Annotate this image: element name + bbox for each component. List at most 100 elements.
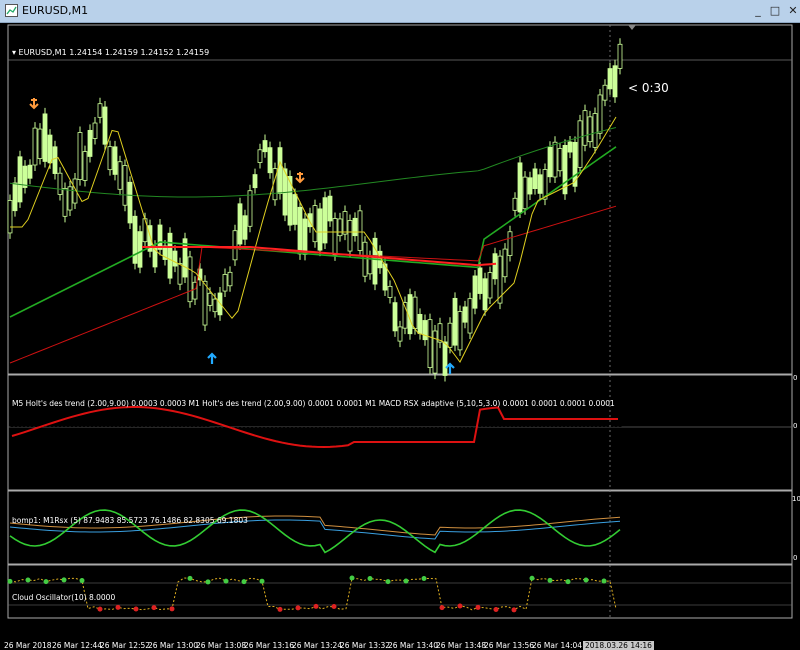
cloud-dot <box>458 604 463 609</box>
candle-body <box>98 104 102 118</box>
cloud-dot <box>224 579 229 584</box>
rsx-axis-top: 10 <box>792 495 800 503</box>
candle-body <box>103 107 107 144</box>
candle-body <box>48 135 52 163</box>
candle-body <box>613 66 617 97</box>
candle-body <box>568 142 572 152</box>
macd-bar <box>467 427 470 465</box>
chart-header: ▾ EURUSD,M1 1.24154 1.24159 1.24152 1.24… <box>12 48 209 57</box>
candle-body <box>333 219 337 255</box>
time-axis-label: 26 Mar 14:04 <box>532 641 582 650</box>
candle-body <box>463 307 467 322</box>
time-axis-label: 26 Mar 13:56 <box>484 641 534 650</box>
macd-bar <box>375 427 378 438</box>
macd-bar <box>219 427 222 433</box>
cloud-dot <box>332 604 337 609</box>
candle-body <box>128 182 132 223</box>
cloud-dot <box>404 579 409 584</box>
chart-window-icon <box>5 4 18 17</box>
chart-shift-icon[interactable] <box>628 25 636 30</box>
macd-bar <box>123 406 126 427</box>
chart-area[interactable]: ▾ EURUSD,M1 1.24154 1.24159 1.24152 1.24… <box>0 22 800 631</box>
candle-body <box>78 133 82 180</box>
candle-body <box>598 95 602 133</box>
macd-bar <box>539 391 542 427</box>
candle-body <box>593 114 597 148</box>
macd-bar <box>223 427 226 436</box>
macd-bar <box>19 416 22 427</box>
candle-body <box>343 212 347 235</box>
candle-body <box>203 281 207 325</box>
candle-body <box>8 200 12 232</box>
macd-bar <box>399 427 402 441</box>
macd-bar <box>619 401 622 427</box>
candle-body <box>293 195 297 225</box>
candle-body <box>88 130 92 156</box>
sell-arrow-icon <box>296 172 304 182</box>
macd-axis-zero: 0 <box>793 422 797 430</box>
candle-body <box>158 225 162 249</box>
macd-bar <box>359 427 362 442</box>
cloud-dot <box>386 579 391 584</box>
macd-bar <box>195 418 198 427</box>
cloud-dot <box>170 606 175 611</box>
chart-canvas[interactable] <box>0 22 800 631</box>
macd-axis-top: 0 <box>793 374 797 382</box>
candle-body <box>478 268 482 294</box>
candle-body <box>138 232 142 268</box>
time-axis-label: 26 Mar 13:00 <box>148 641 198 650</box>
candle-body <box>413 297 417 328</box>
macd-bar <box>555 390 558 427</box>
candle-body <box>548 147 552 176</box>
candle-body <box>108 147 112 170</box>
macd-bar <box>535 390 538 427</box>
candle-body <box>123 165 127 205</box>
cloud-dot <box>44 579 49 584</box>
candle-body <box>428 320 432 368</box>
minimize-button[interactable]: _ <box>749 3 767 18</box>
macd-bar <box>207 425 210 427</box>
macd-bar <box>131 407 134 427</box>
macd-bar <box>563 392 566 427</box>
macd-bar <box>307 427 310 458</box>
candle-body <box>233 231 237 260</box>
macd-bar <box>431 427 434 449</box>
candle-body <box>118 162 122 190</box>
macd-bar <box>303 427 306 460</box>
candle-body <box>28 165 32 178</box>
macd-bar <box>119 406 122 427</box>
candle-body <box>473 276 477 308</box>
cloud-dot <box>278 607 283 612</box>
candle-body <box>503 249 507 277</box>
cloud-dot <box>314 604 319 609</box>
macd-bar <box>403 427 406 442</box>
rsx-axis-bottom: 0 <box>793 554 797 562</box>
macd-bar <box>227 427 230 439</box>
macd-bar <box>263 427 266 461</box>
window-title: EURUSD,M1 <box>22 4 88 17</box>
macd-bar <box>367 427 370 440</box>
macd-indicator-label: M5 Holt's des trend (2.00,9.00) 0.0003 0… <box>12 399 615 408</box>
cloud-panel <box>8 565 792 618</box>
candle-body <box>248 191 252 227</box>
cloud-dot <box>476 605 481 610</box>
cloud-dot <box>188 576 193 581</box>
candle-body <box>13 183 17 211</box>
macd-bar <box>335 427 338 443</box>
cloud-dot <box>80 578 85 583</box>
close-button[interactable]: ✕ <box>784 3 800 18</box>
cloud-dot <box>368 576 373 581</box>
candle-body <box>113 147 117 175</box>
macd-bar <box>159 408 162 427</box>
candle-body <box>583 111 587 146</box>
macd-bar <box>443 427 446 454</box>
macd-bar <box>459 427 462 462</box>
cloud-dot <box>26 578 31 583</box>
maximize-button[interactable]: □ <box>766 3 784 18</box>
macd-bar <box>191 416 194 427</box>
macd-bar <box>315 427 318 454</box>
rsx-indicator-label: bomp1: M1Rsx (5) 87.9483 85.5723 76.1486… <box>12 516 248 525</box>
macd-bar <box>255 427 258 457</box>
macd-bar <box>147 407 150 427</box>
macd-bar <box>347 427 350 437</box>
